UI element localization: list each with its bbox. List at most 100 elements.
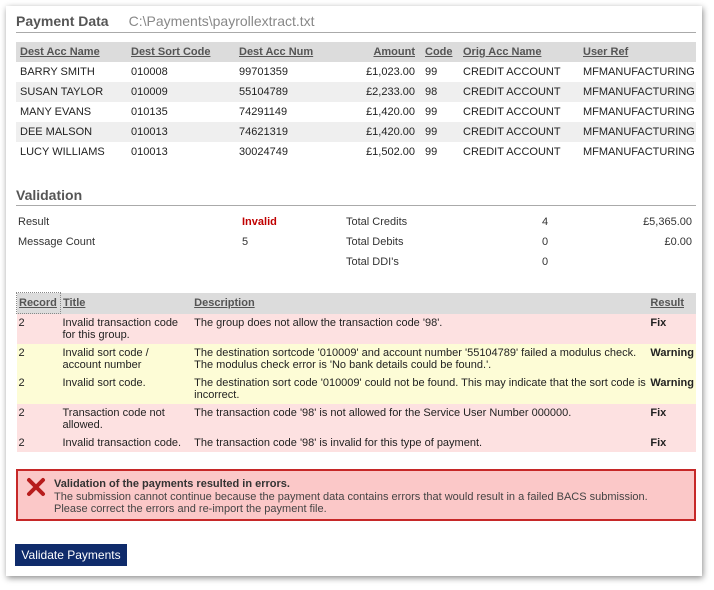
message-count-label: Message Count — [18, 236, 96, 248]
table-row: 2 Invalid transaction code for this grou… — [16, 313, 696, 344]
cell-user-ref: MFMANUFACTURING — [579, 122, 696, 142]
table-row: 2 Invalid sort code. The destination sor… — [16, 373, 696, 404]
total-credits-amount: £5,365.00 — [643, 216, 692, 228]
col-record[interactable]: Record — [16, 292, 61, 314]
close-x-icon — [27, 478, 45, 496]
cell-code: 99 — [425, 106, 438, 118]
cell-user-ref: MFMANUFACTURING — [579, 82, 696, 102]
total-credits-label: Total Credits — [346, 216, 408, 228]
cell-record: 2 — [16, 343, 61, 374]
col-orig-acc-name[interactable]: Orig Acc Name — [459, 42, 579, 62]
cell-dest-acc-name: SUSAN TAYLOR — [16, 82, 127, 102]
total-debits-count: 0 — [542, 236, 549, 248]
cell-title: Invalid transaction code. — [60, 433, 193, 452]
payment-panel: Payment Data C:\Payments\payrollextract.t… — [6, 6, 702, 576]
summary-row-ddis: Total DDI's 0 — [16, 252, 696, 272]
cell-title: Invalid sort code / account number — [60, 343, 193, 374]
payment-table: Dest Acc Name Dest Sort Code Dest Acc Nu… — [16, 42, 696, 162]
result-label: Result — [18, 216, 50, 228]
cell-amount: £2,233.00 — [319, 82, 421, 102]
cell-description: The transaction code '98' is invalid for… — [192, 433, 649, 452]
cell-record: 2 — [16, 373, 61, 404]
payment-table-header: Dest Acc Name Dest Sort Code Dest Acc Nu… — [16, 42, 696, 62]
validate-payments-button[interactable]: Validate Payments — [15, 544, 127, 566]
cell-record: 2 — [16, 313, 61, 344]
cell-orig-acc-name: CREDIT ACCOUNT — [459, 122, 579, 142]
error-title: Validation of the payments resulted in e… — [54, 478, 290, 490]
cell-dest-acc-num: 74621319 — [235, 122, 319, 142]
cell-description: The destination sortcode '010009' and ac… — [192, 343, 649, 374]
cell-record: 2 — [16, 403, 61, 434]
message-count-value: 5 — [242, 236, 249, 248]
cell-dest-acc-name: DEE MALSON — [16, 122, 127, 142]
total-ddis-count: 0 — [542, 256, 549, 268]
total-ddis-label: Total DDI's — [346, 256, 399, 268]
col-description[interactable]: Description — [192, 292, 649, 314]
cell-result: Warning — [648, 373, 696, 404]
col-amount[interactable]: Amount — [319, 42, 421, 62]
table-row: DEE MALSON 010013 74621319 £1,420.00 99 … — [16, 122, 696, 142]
cell-dest-sort-code: 010008 — [131, 66, 168, 78]
table-row: MANY EVANS 010135 74291149 £1,420.00 99 … — [16, 102, 696, 122]
total-debits-label: Total Debits — [346, 236, 404, 248]
col-user-ref[interactable]: User Ref — [579, 42, 696, 62]
table-row: BARRY SMITH 010008 99701359 £1,023.00 99… — [16, 62, 696, 82]
cell-orig-acc-name: CREDIT ACCOUNT — [463, 66, 561, 78]
cell-dest-sort-code: 010135 — [131, 106, 168, 118]
cell-amount: £1,420.00 — [319, 122, 421, 142]
cell-code: 99 — [425, 146, 438, 158]
col-dest-acc-name[interactable]: Dest Acc Name — [16, 42, 127, 62]
cell-result: Fix — [648, 403, 696, 434]
cell-orig-acc-name: CREDIT ACCOUNT — [459, 82, 579, 102]
col-title[interactable]: Title — [60, 292, 193, 314]
cell-dest-acc-name: MANY EVANS — [20, 106, 92, 118]
validation-heading: Validation — [16, 187, 83, 203]
error-message: The submission cannot continue because t… — [54, 491, 648, 515]
cell-code: 98 — [421, 82, 459, 102]
cell-user-ref: MFMANUFACTURING — [583, 66, 695, 78]
cell-dest-acc-name: LUCY WILLIAMS — [20, 146, 105, 158]
col-result[interactable]: Result — [648, 292, 696, 314]
cell-dest-sort-code: 010013 — [127, 122, 235, 142]
cell-record: 2 — [16, 433, 61, 452]
validation-title-divider — [16, 205, 696, 206]
cell-title: Invalid sort code. — [60, 373, 193, 404]
cell-description: The transaction code '98' is not allowed… — [192, 403, 649, 434]
col-code[interactable]: Code — [421, 42, 459, 62]
payment-file-path: C:\Payments\payrollextract.txt — [128, 13, 315, 29]
cell-dest-acc-num: 74291149 — [239, 106, 288, 118]
error-message-box: Validation of the payments resulted in e… — [16, 469, 696, 521]
cell-amount: £1,023.00 — [366, 66, 415, 78]
results-table-header: Record Title Description Result — [16, 292, 696, 314]
cell-user-ref: MFMANUFACTURING — [583, 146, 695, 158]
cell-result: Fix — [648, 433, 696, 452]
cell-user-ref: MFMANUFACTURING — [583, 106, 695, 118]
col-dest-sort-code[interactable]: Dest Sort Code — [127, 42, 235, 62]
summary-row-result: Result Invalid Total Credits 4 £5,365.00 — [16, 212, 696, 232]
validation-results-table: Record Title Description Result 2 Invali… — [16, 292, 696, 452]
total-credits-count: 4 — [542, 216, 549, 228]
payment-data-title: Payment Data — [16, 13, 109, 29]
cell-dest-acc-num: 30024749 — [239, 146, 288, 158]
cell-dest-sort-code: 010013 — [131, 146, 168, 158]
cell-dest-acc-name: BARRY SMITH — [20, 66, 95, 78]
table-row: SUSAN TAYLOR 010009 55104789 £2,233.00 9… — [16, 82, 696, 102]
col-dest-acc-num[interactable]: Dest Acc Num — [235, 42, 319, 62]
cell-description: The group does not allow the transaction… — [192, 313, 649, 344]
cell-title: Invalid transaction code for this group. — [60, 313, 193, 344]
cell-orig-acc-name: CREDIT ACCOUNT — [463, 146, 561, 158]
table-row: 2 Invalid transaction code. The transact… — [16, 433, 696, 452]
cell-title: Transaction code not allowed. — [60, 403, 193, 434]
table-row: 2 Transaction code not allowed. The tran… — [16, 403, 696, 434]
total-debits-amount: £0.00 — [664, 236, 692, 248]
cell-dest-acc-num: 55104789 — [235, 82, 319, 102]
cell-result: Warning — [648, 343, 696, 374]
cell-amount: £1,420.00 — [366, 106, 415, 118]
payment-data-heading: Payment Data C:\Payments\payrollextract.t… — [16, 13, 315, 29]
summary-row-messages: Message Count 5 Total Debits 0 £0.00 — [16, 232, 696, 252]
cell-result: Fix — [648, 313, 696, 344]
result-value: Invalid — [242, 216, 277, 228]
cell-description: The destination sort code '010009' could… — [192, 373, 649, 404]
table-row: LUCY WILLIAMS 010013 30024749 £1,502.00 … — [16, 142, 696, 162]
cell-orig-acc-name: CREDIT ACCOUNT — [463, 106, 561, 118]
